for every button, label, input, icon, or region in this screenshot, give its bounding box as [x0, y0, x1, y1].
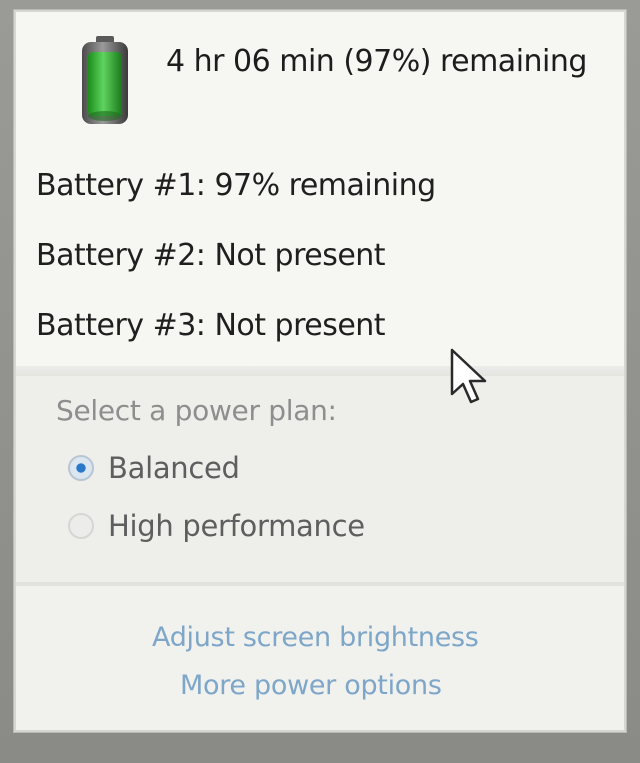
battery-2-status: Battery #2: Not present: [36, 238, 386, 273]
battery-status-pane: 4 hr 06 min (97%) remaining Battery #1: …: [16, 12, 624, 366]
battery-icon: [82, 36, 128, 124]
battery-1-status: Battery #1: 97% remaining: [36, 168, 436, 203]
radio-selected-icon[interactable]: [68, 455, 94, 481]
power-plan-label: Balanced: [108, 451, 240, 485]
adjust-screen-brightness-link[interactable]: Adjust screen brightness: [152, 622, 479, 653]
power-plan-title: Select a power plan:: [56, 394, 337, 427]
power-plan-option-high-performance[interactable]: High performance: [68, 506, 365, 546]
power-plan-pane: Select a power plan: Balanced High perfo…: [16, 376, 624, 582]
power-plan-option-balanced[interactable]: Balanced: [68, 448, 240, 488]
battery-time-remaining: 4 hr 06 min (97%) remaining: [166, 44, 587, 79]
battery-flyout: 4 hr 06 min (97%) remaining Battery #1: …: [14, 10, 626, 732]
links-pane: Adjust screen brightness More power opti…: [16, 586, 624, 730]
power-plan-label: High performance: [108, 509, 365, 543]
battery-3-status: Battery #3: Not present: [36, 308, 386, 343]
screen-frame: 4 hr 06 min (97%) remaining Battery #1: …: [0, 0, 640, 763]
radio-unselected-icon[interactable]: [68, 513, 94, 539]
section-divider: [16, 366, 624, 376]
mouse-pointer-icon: [450, 348, 487, 404]
more-power-options-link[interactable]: More power options: [180, 670, 442, 701]
